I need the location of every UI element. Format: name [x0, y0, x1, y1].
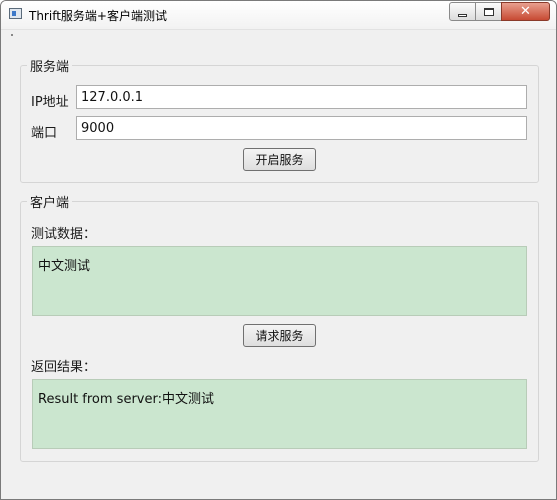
server-group-title: 服务端: [30, 60, 70, 75]
app-window-icon[interactable]: [9, 8, 22, 19]
title-bar[interactable]: Thrift服务端+客户端测试 ✕: [1, 1, 556, 30]
client-group-title: 客户端: [30, 196, 70, 211]
port-label: 端口: [31, 126, 58, 141]
test-data-label: 测试数据：: [31, 227, 97, 242]
result-label: 返回结果：: [31, 360, 97, 375]
minimize-icon: [458, 13, 467, 17]
request-service-button[interactable]: 请求服务: [243, 324, 316, 347]
grip-icon: [11, 34, 13, 36]
ip-address-input[interactable]: [76, 85, 527, 109]
main-window: Thrift服务端+客户端测试 ✕ 服务端 IP地址 端口 开启服务 客户端 测…: [0, 0, 557, 500]
start-service-button[interactable]: 开启服务: [243, 148, 316, 171]
minimize-button[interactable]: [449, 2, 476, 21]
maximize-icon: [483, 7, 494, 16]
port-input[interactable]: [76, 116, 527, 140]
test-data-textarea[interactable]: 中文测试: [32, 246, 527, 316]
close-button[interactable]: ✕: [501, 2, 550, 21]
ip-label: IP地址: [31, 95, 69, 110]
result-textarea[interactable]: Result from server:中文测试: [32, 379, 527, 449]
window-title: Thrift服务端+客户端测试: [29, 9, 167, 23]
close-icon: ✕: [520, 4, 531, 19]
menu-bar: [1, 30, 556, 38]
maximize-button[interactable]: [475, 2, 502, 21]
